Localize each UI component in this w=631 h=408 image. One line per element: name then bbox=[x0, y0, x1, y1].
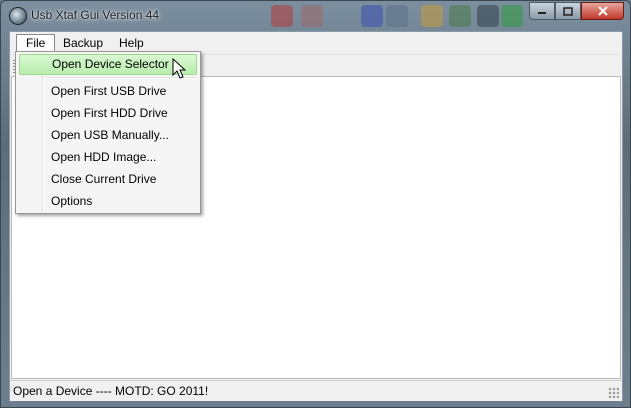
close-icon bbox=[597, 6, 608, 16]
caption-buttons bbox=[529, 2, 624, 21]
menu-item-open-usb-manually[interactable]: Open USB Manually... bbox=[19, 125, 197, 146]
maximize-icon bbox=[563, 6, 573, 16]
menu-item-open-device-selector[interactable]: Open Device Selector bbox=[19, 54, 197, 75]
window-title: Usb Xtaf Gui Version 44 bbox=[31, 8, 160, 22]
title-bar[interactable]: Usb Xtaf Gui Version 44 bbox=[1, 1, 630, 31]
desktop-blur-icon bbox=[301, 5, 323, 27]
desktop-blur-icon bbox=[361, 5, 383, 27]
desktop-blur-icon bbox=[271, 5, 293, 27]
minimize-button[interactable] bbox=[529, 2, 555, 20]
menu-item-open-hdd-image[interactable]: Open HDD Image... bbox=[19, 147, 197, 168]
status-bar: Open a Device ---- MOTD: GO 2011! bbox=[10, 380, 622, 401]
minimize-icon bbox=[538, 12, 546, 14]
menu-file[interactable]: File bbox=[16, 34, 56, 52]
menu-item-options[interactable]: Options bbox=[19, 191, 197, 212]
menu-item-open-first-hdd-drive[interactable]: Open First HDD Drive bbox=[19, 103, 197, 124]
menu-backup[interactable]: Backup bbox=[54, 34, 112, 52]
maximize-button[interactable] bbox=[555, 2, 581, 20]
desktop-blur-icon bbox=[421, 5, 443, 27]
menu-item-close-current-drive[interactable]: Close Current Drive bbox=[19, 169, 197, 190]
menu-item-open-first-usb-drive[interactable]: Open First USB Drive bbox=[19, 81, 197, 102]
close-button[interactable] bbox=[581, 2, 624, 20]
size-grip-icon[interactable] bbox=[608, 387, 619, 398]
menu-help[interactable]: Help bbox=[110, 34, 153, 52]
app-icon[interactable] bbox=[9, 7, 27, 25]
desktop-blur-icon bbox=[501, 5, 523, 27]
mouse-cursor-icon bbox=[172, 58, 187, 79]
desktop-blur-icon bbox=[449, 5, 471, 27]
desktop-blur-icon bbox=[477, 5, 499, 27]
desktop-blur-icon bbox=[386, 5, 408, 27]
status-text: Open a Device ---- MOTD: GO 2011! bbox=[13, 384, 209, 398]
